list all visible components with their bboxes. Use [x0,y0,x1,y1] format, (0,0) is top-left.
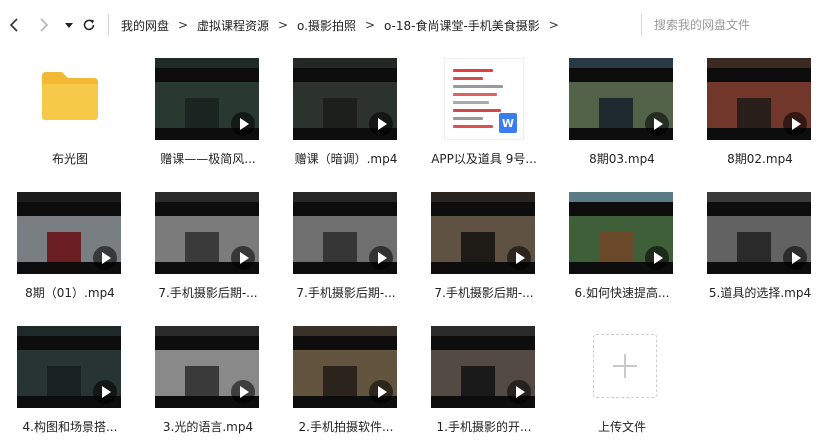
play-icon [645,112,669,136]
caret-down-icon [65,23,73,28]
video-thumbnail [569,58,673,140]
breadcrumb-item-photography[interactable]: o.摄影拍照 [297,17,356,34]
play-icon [369,246,393,270]
file-name-label: 6.如何快速提高... [574,286,670,300]
file-item[interactable]: 2.手机拍摄软件... [282,318,410,443]
file-name-label: 布光图 [51,152,88,166]
breadcrumb: 我的网盘 > 虚拟课程资源 > o.摄影拍照 > o-18-食尚课堂-手机美食摄… [108,14,568,36]
file-name-label: 8期02.mp4 [727,152,793,166]
play-icon [369,112,393,136]
file-item[interactable]: 4.构图和场景搭... [6,318,134,443]
video-thumbnail [431,192,535,274]
file-item[interactable]: 赠课——极简风... [144,50,272,178]
upload-file-button[interactable]: 上传文件 [558,318,686,443]
file-name-label: 8期03.mp4 [589,152,655,166]
chevron-right-icon [40,18,49,32]
file-name-label: 2.手机拍摄软件... [298,420,394,434]
video-thumbnail [17,326,121,408]
chevron-left-icon [9,18,18,32]
document-thumbnail: W [444,58,524,140]
file-name-label: 赠课（暗调）.mp4 [294,152,398,166]
plus-icon [613,354,637,378]
breadcrumb-separator[interactable]: > [540,18,568,32]
play-icon [231,380,255,404]
breadcrumb-item-virtual-courses[interactable]: 虚拟课程资源 [197,17,269,34]
file-item[interactable]: 8期（01）.mp4 [6,184,134,312]
breadcrumb-separator: > [364,18,376,32]
play-icon [231,112,255,136]
video-thumbnail [707,192,811,274]
file-item[interactable]: 7.手机摄影后期-... [420,184,548,312]
play-icon [231,246,255,270]
file-name-label: 1.手机摄影的开... [436,420,532,434]
search-box [641,14,828,36]
breadcrumb-item-my-drive[interactable]: 我的网盘 [121,17,169,34]
file-name-label: 上传文件 [597,420,646,434]
file-item[interactable]: 8期03.mp4 [558,50,686,178]
video-thumbnail [707,58,811,140]
file-item[interactable]: 7.手机摄影后期-... [282,184,410,312]
file-name-label: APP以及道具 9号... [431,152,537,166]
file-item[interactable]: 5.道具的选择.mp4 [696,184,824,312]
play-icon [93,380,117,404]
upload-drop-area[interactable] [593,334,657,398]
play-icon [507,380,531,404]
file-name-label: 3.光的语言.mp4 [162,420,254,434]
video-thumbnail [293,58,397,140]
play-icon [93,246,117,270]
play-icon [507,246,531,270]
play-icon [645,246,669,270]
video-thumbnail [155,192,259,274]
video-thumbnail [569,192,673,274]
back-button[interactable] [4,14,26,36]
forward-button[interactable] [32,14,54,36]
refresh-icon [83,19,95,31]
breadcrumb-separator: > [177,18,189,32]
file-name-label: 赠课——极简风... [160,152,256,166]
file-item[interactable]: 3.光的语言.mp4 [144,318,272,443]
file-item[interactable]: 6.如何快速提高... [558,184,686,312]
file-name-label: 7.手机摄影后期-... [158,286,258,300]
search-input[interactable] [654,18,824,32]
folder-icon [42,72,98,120]
file-name-label: 5.道具的选择.mp4 [708,286,812,300]
video-thumbnail [155,58,259,140]
toolbar: 我的网盘 > 虚拟课程资源 > o.摄影拍照 > o-18-食尚课堂-手机美食摄… [0,0,828,50]
file-name-label: 8期（01）.mp4 [25,286,115,300]
file-item[interactable]: W APP以及道具 9号... [420,50,548,178]
video-thumbnail [293,326,397,408]
video-thumbnail [431,326,535,408]
breadcrumb-separator: > [278,18,289,32]
video-thumbnail [17,192,121,274]
breadcrumb-item-current-folder[interactable]: o-18-食尚课堂-手机美食摄影 [384,17,540,34]
file-item[interactable]: 8期02.mp4 [696,50,824,178]
video-thumbnail [155,326,259,408]
file-item[interactable]: 布光图 [6,50,134,178]
history-dropdown[interactable] [58,14,80,36]
play-icon [783,112,807,136]
file-name-label: 7.手机摄影后期-... [434,286,534,300]
file-name-label: 7.手机摄影后期-... [296,286,396,300]
file-item[interactable]: 1.手机摄影的开... [420,318,548,443]
video-thumbnail [293,192,397,274]
file-name-label: 4.构图和场景搭... [22,420,118,434]
play-icon [369,380,393,404]
file-item[interactable]: 赠课（暗调）.mp4 [282,50,410,178]
refresh-button[interactable] [78,14,100,36]
play-icon [783,246,807,270]
file-item[interactable]: 7.手机摄影后期-... [144,184,272,312]
word-doc-icon: W [499,113,517,133]
